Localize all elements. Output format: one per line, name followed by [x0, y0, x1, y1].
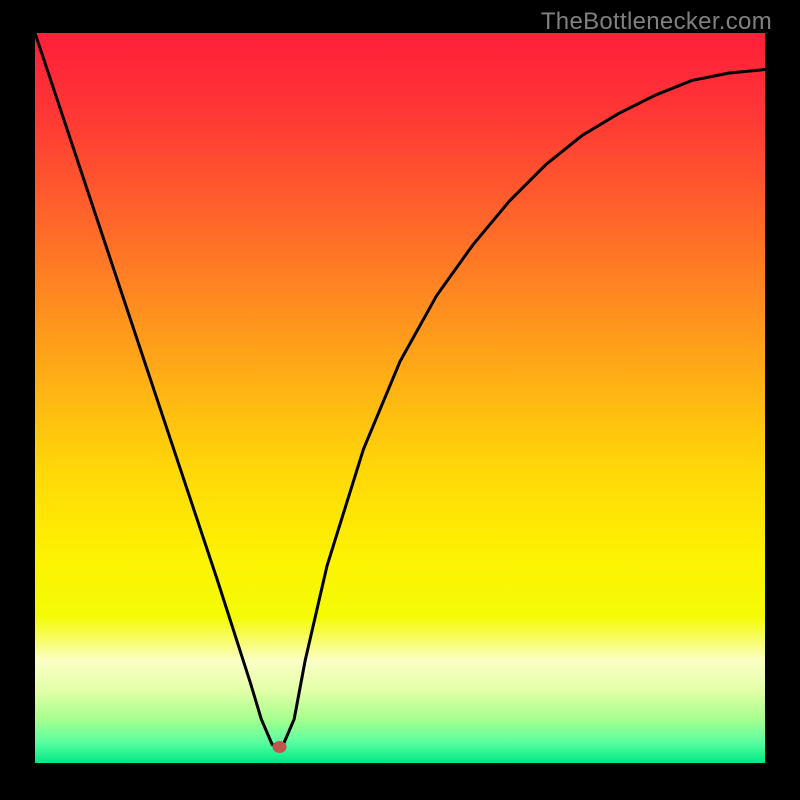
plot-area — [35, 33, 765, 763]
chart-container: TheBottlenecker.com — [0, 0, 800, 800]
gradient-background — [35, 33, 765, 763]
optimal-point-marker — [273, 741, 287, 753]
chart-svg — [35, 33, 765, 763]
watermark-text: TheBottlenecker.com — [541, 8, 772, 36]
